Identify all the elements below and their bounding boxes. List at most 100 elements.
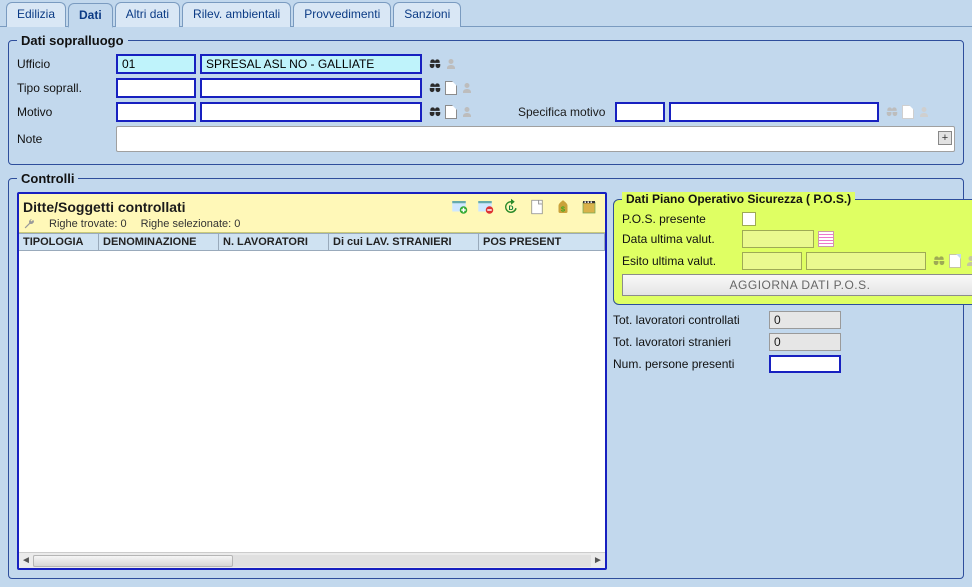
controlli-columns: Ditte/Soggetti controllati D $ Righe tr: [17, 192, 955, 570]
col-lav-stranieri[interactable]: Di cui LAV. STRANIERI: [329, 234, 479, 250]
legend-sopralluogo: Dati sopralluogo: [17, 33, 128, 48]
svg-text:D: D: [509, 205, 514, 212]
aggiorna-pos-button[interactable]: AGGIORNA DATI P.O.S.: [622, 274, 972, 296]
specifica-icons: [885, 105, 931, 119]
motivo-code-field[interactable]: [116, 102, 196, 122]
tipo-code-field[interactable]: [116, 78, 196, 98]
tab-altri-dati[interactable]: Altri dati: [115, 2, 180, 27]
data-valut-field[interactable]: [742, 230, 814, 248]
tab-label: Altri dati: [126, 7, 169, 21]
motivo-desc-field[interactable]: [200, 102, 422, 122]
tab-sanzioni[interactable]: Sanzioni: [393, 2, 461, 27]
row-motivo: Motivo Specifica motivo: [17, 102, 955, 122]
scroll-thumb[interactable]: [33, 555, 233, 567]
specifica-code-field[interactable]: [615, 102, 665, 122]
tab-label: Dati: [79, 8, 102, 22]
row-esito-valut: Esito ultima valut.: [622, 252, 972, 270]
person-icon: [460, 105, 474, 119]
ditte-table-header: TIPOLOGIA DENOMINAZIONE N. LAVORATORI Di…: [19, 233, 605, 251]
right-column: Dati Piano Operativo Sicurezza ( P.O.S.)…: [613, 192, 955, 377]
calendar-icon[interactable]: [818, 231, 834, 247]
note-textarea[interactable]: +: [116, 126, 955, 152]
horizontal-scrollbar[interactable]: ◄ ►: [19, 552, 605, 568]
tab-label: Sanzioni: [404, 7, 450, 21]
scroll-track[interactable]: [33, 555, 591, 567]
page-body: Dati sopralluogo Ufficio Tipo soprall.: [0, 26, 972, 587]
refresh-icon[interactable]: D: [499, 196, 523, 218]
new-doc-icon[interactable]: [444, 105, 458, 119]
tab-label: Edilizia: [17, 7, 55, 21]
tot-lav-value: 0: [769, 311, 841, 329]
ditte-table-body[interactable]: [19, 251, 605, 552]
label-tipo: Tipo soprall.: [17, 81, 112, 95]
binoculars-icon[interactable]: [428, 105, 442, 119]
ditte-panel: Ditte/Soggetti controllati D $ Righe tr: [17, 192, 607, 570]
col-n-lavoratori[interactable]: N. LAVORATORI: [219, 234, 329, 250]
tot-str-value: 0: [769, 333, 841, 351]
tab-dati[interactable]: Dati: [68, 3, 113, 28]
tab-rilev-ambientali[interactable]: Rilev. ambientali: [182, 2, 291, 27]
person-icon: [964, 254, 972, 268]
new-doc-icon[interactable]: [444, 81, 458, 95]
specifica-desc-field[interactable]: [669, 102, 879, 122]
esito-icons: [932, 254, 972, 268]
row-tipo: Tipo soprall.: [17, 78, 955, 98]
group-pos: Dati Piano Operativo Sicurezza ( P.O.S.)…: [613, 192, 972, 305]
esito-code-field[interactable]: [742, 252, 802, 270]
new-doc-icon: [948, 254, 962, 268]
row-ufficio: Ufficio: [17, 54, 955, 74]
scroll-right-icon[interactable]: ►: [591, 554, 605, 568]
ditte-title: Ditte/Soggetti controllati: [23, 199, 441, 215]
label-ufficio: Ufficio: [17, 57, 112, 71]
doc-icon[interactable]: [525, 196, 549, 218]
group-dati-sopralluogo: Dati sopralluogo Ufficio Tipo soprall.: [8, 33, 964, 165]
tab-edilizia[interactable]: Edilizia: [6, 2, 66, 27]
aggiorna-label: AGGIORNA DATI P.O.S.: [730, 278, 871, 292]
tab-provvedimenti[interactable]: Provvedimenti: [293, 2, 391, 27]
tab-bar: Edilizia Dati Altri dati Rilev. ambienta…: [0, 0, 972, 27]
film-icon[interactable]: [577, 196, 601, 218]
pos-presente-checkbox[interactable]: [742, 212, 756, 226]
esito-desc-field[interactable]: [806, 252, 926, 270]
binoculars-icon: [932, 254, 946, 268]
person-icon: [460, 81, 474, 95]
legend-controlli: Controlli: [17, 171, 78, 186]
num-pres-field[interactable]: [769, 355, 841, 373]
row-num-pres: Num. persone presenti: [613, 355, 955, 373]
legend-pos: Dati Piano Operativo Sicurezza ( P.O.S.): [622, 192, 855, 206]
tab-label: Provvedimenti: [304, 7, 380, 21]
ditte-subheader: Righe trovate: 0 Righe selezionate: 0: [23, 218, 601, 230]
row-tot-lav: Tot. lavoratori controllati 0: [613, 311, 955, 329]
col-pos-present[interactable]: POS PRESENT: [479, 234, 605, 250]
label-specifica: Specifica motivo: [518, 105, 605, 119]
binoculars-icon[interactable]: [428, 57, 442, 71]
add-row-icon[interactable]: [447, 196, 471, 218]
money-icon[interactable]: $: [551, 196, 575, 218]
delete-row-icon[interactable]: [473, 196, 497, 218]
label-tot-lav: Tot. lavoratori controllati: [613, 313, 763, 327]
ditte-panel-header: Ditte/Soggetti controllati D $ Righe tr: [19, 194, 605, 233]
rows-found: Righe trovate: 0: [49, 218, 127, 230]
rows-selected: Righe selezionate: 0: [141, 218, 241, 230]
wrench-icon[interactable]: [23, 218, 35, 230]
person-icon: [917, 105, 931, 119]
row-pos-presente: P.O.S. presente: [622, 212, 972, 226]
ufficio-desc-field[interactable]: [200, 54, 422, 74]
group-controlli: Controlli Ditte/Soggetti controllati D $: [8, 171, 964, 579]
ufficio-code-field[interactable]: [116, 54, 196, 74]
row-tot-str: Tot. lavoratori stranieri 0: [613, 333, 955, 351]
expand-note-icon[interactable]: +: [938, 131, 952, 145]
label-esito-valut: Esito ultima valut.: [622, 254, 738, 268]
binoculars-icon[interactable]: [428, 81, 442, 95]
tipo-desc-field[interactable]: [200, 78, 422, 98]
motivo-icons: [428, 105, 474, 119]
new-doc-icon: [901, 105, 915, 119]
scroll-left-icon[interactable]: ◄: [19, 554, 33, 568]
row-note: Note +: [17, 126, 955, 152]
row-data-valut: Data ultima valut.: [622, 230, 972, 248]
col-denominazione[interactable]: DENOMINAZIONE: [99, 234, 219, 250]
label-motivo: Motivo: [17, 105, 112, 119]
col-tipologia[interactable]: TIPOLOGIA: [19, 234, 99, 250]
tab-label: Rilev. ambientali: [193, 7, 280, 21]
ufficio-icons: [428, 57, 458, 71]
